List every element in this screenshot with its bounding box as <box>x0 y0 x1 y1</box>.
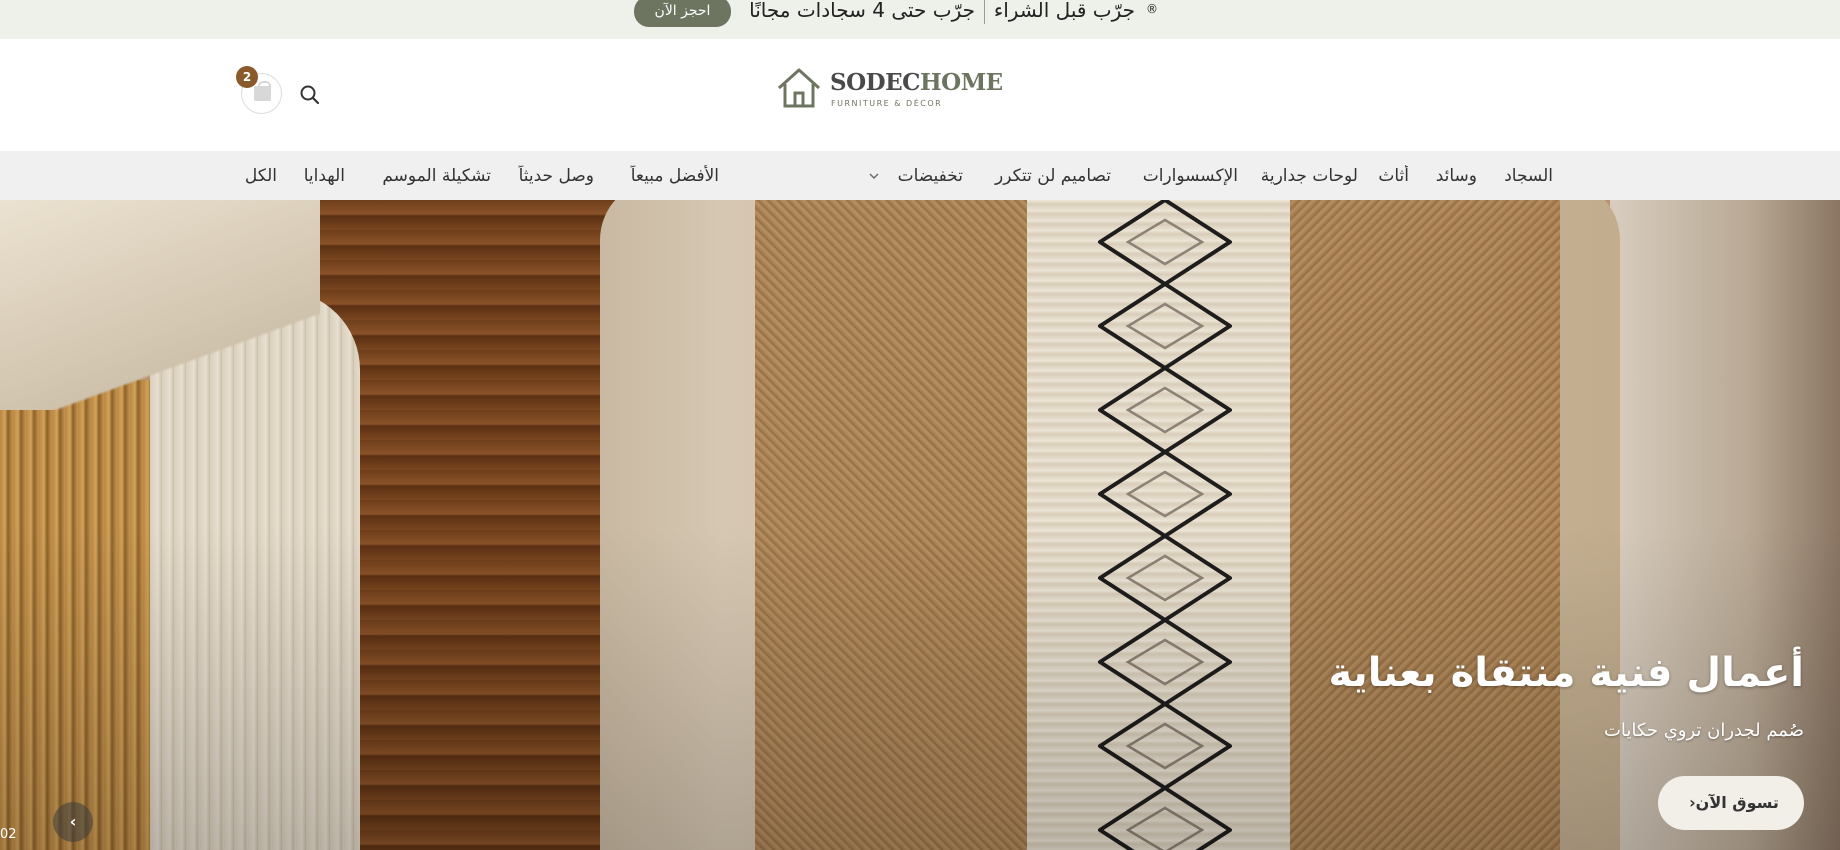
nav-item-furniture[interactable]: أثاث <box>1373 165 1409 187</box>
nav-item-accessories[interactable]: الإكسسوارات <box>1127 165 1238 187</box>
chevron-left-icon: ‹ <box>1689 793 1696 812</box>
site-logo[interactable]: SODECHOME FURNITURE & DÉCOR <box>776 66 1003 112</box>
slider-prev-button[interactable]: ‹ <box>53 802 93 842</box>
shop-now-label: تسوق الآن <box>1695 793 1779 812</box>
announcement-divider <box>984 0 985 24</box>
chevron-down-icon[interactable] <box>869 173 879 179</box>
logo-brand-part2: HOME <box>919 69 1003 96</box>
nav-item-season-collection[interactable]: تشكيلة الموسم <box>361 165 491 187</box>
nav-item-one-of-a-kind[interactable]: تصاميم لن تتكرر <box>978 165 1111 187</box>
hero-title: أعمال فنية منتقاة بعناية <box>1328 650 1804 696</box>
announcement-bar: احجز الآن جرّب حتى 4 سجادات مجانًا جرّب … <box>0 0 1840 39</box>
nav-item-sale[interactable]: تخفيضات <box>885 165 963 187</box>
nav-item-all[interactable]: الكل <box>239 165 277 187</box>
logo-tagline: FURNITURE & DÉCOR <box>831 99 943 108</box>
book-now-button[interactable]: احجز الآن <box>634 0 731 27</box>
registered-mark: ® <box>1146 2 1158 16</box>
nav-item-gifts[interactable]: الهدايا <box>293 165 345 187</box>
logo-brand-part1: SODEC <box>830 69 920 96</box>
nav-item-new-arrivals[interactable]: وصل حديثاً <box>508 165 594 187</box>
cart-count-badge: 2 <box>236 66 258 88</box>
logo-brand-text: SODECHOME <box>830 69 1003 96</box>
site-header: 2 SODECHOME FURNITURE & DÉCOR <box>0 39 1840 151</box>
hero-shade <box>0 200 1840 850</box>
main-nav: السجاد وسائد أثاث لوحات جدارية الإكسسوار… <box>0 151 1840 200</box>
house-logo-icon <box>777 68 821 108</box>
announcement-message-try-before: جرّب قبل الشراء <box>993 0 1135 22</box>
nav-item-rugs[interactable]: السجاد <box>1493 165 1553 187</box>
search-icon[interactable] <box>299 84 321 106</box>
hero-subtitle: صُمم لجدران تروي حكايات <box>1603 720 1804 741</box>
nav-item-best-sellers[interactable]: الأفضل مبيعاً <box>611 165 719 187</box>
shop-now-button[interactable]: تسوق الآن‹ <box>1658 776 1804 830</box>
hero-banner: أعمال فنية منتقاة بعناية صُمم لجدران ترو… <box>0 200 1840 850</box>
announcement-message-free-rugs: جرّب حتى 4 سجادات مجانًا <box>749 0 975 22</box>
slide-number: 02 <box>0 827 17 842</box>
nav-item-pillows[interactable]: وسائد <box>1425 165 1477 187</box>
cart-icon <box>254 81 271 101</box>
nav-item-wall-art[interactable]: لوحات جدارية <box>1253 165 1358 187</box>
